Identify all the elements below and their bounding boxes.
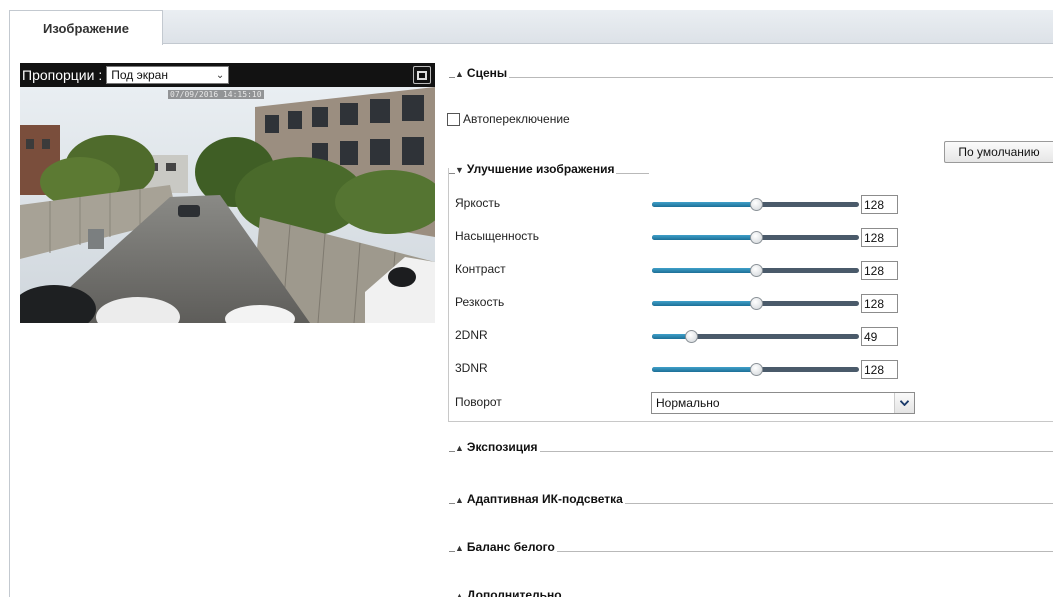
section-advanced[interactable]: ▲ Дополнительно	[449, 584, 1053, 597]
collapse-arrow-icon: ▲	[455, 443, 464, 453]
param-label: 2DNR	[455, 328, 488, 342]
slider-fill	[652, 235, 756, 240]
chevron-down-icon: ⌄	[215, 69, 225, 81]
video-timestamp: 07/09/2016 14:15:10	[168, 90, 264, 99]
param-row-3dnr: 3DNR 128	[455, 358, 925, 380]
default-button[interactable]: По умолчанию	[944, 141, 1053, 163]
expand-arrow-icon: ▼	[455, 165, 464, 175]
slider-fill	[652, 268, 756, 273]
section-rule	[616, 173, 649, 174]
section-enhancement-label: Улучшение изображения	[466, 162, 615, 176]
section-rule	[509, 77, 1053, 78]
collapse-arrow-icon: ▲	[455, 591, 464, 597]
section-adaptive-ir-title: ▲ Адаптивная ИК-подсветка	[449, 492, 623, 506]
3dnr-slider[interactable]	[652, 363, 859, 376]
auto-switch-row[interactable]: Автопереключение	[447, 112, 570, 126]
cropped-caption	[140, 0, 144, 10]
brightness-input[interactable]: 128	[861, 195, 898, 214]
section-exposure[interactable]: ▲ Экспозиция	[449, 436, 1053, 454]
chevron-down-icon	[900, 400, 909, 406]
auto-switch-checkbox[interactable]	[447, 112, 460, 126]
saturation-slider[interactable]	[652, 231, 859, 244]
contrast-input[interactable]: 128	[861, 261, 898, 280]
collapse-arrow-icon: ▲	[455, 543, 464, 553]
2dnr-input[interactable]: 49	[861, 327, 898, 346]
rotate-label: Поворот	[455, 395, 502, 409]
param-row-contrast: Контраст 128	[455, 259, 925, 281]
section-exposure-label: Экспозиция	[466, 440, 538, 454]
collapse-arrow-icon: ▲	[455, 69, 464, 79]
tab-image[interactable]: Изображение	[9, 10, 163, 45]
aspect-select[interactable]: Под экран ⌄	[106, 66, 230, 84]
rotate-select-value: Нормально	[656, 396, 720, 410]
param-row-rotate: Поворот Нормально	[455, 392, 925, 414]
param-label: Резкость	[455, 295, 505, 309]
fullscreen-icon	[417, 70, 427, 80]
preview-toolbar: Пропорции : Под экран ⌄	[20, 63, 435, 87]
section-white-balance-title: ▲ Баланс белого	[449, 540, 555, 554]
slider-thumb[interactable]	[750, 297, 763, 310]
brightness-slider[interactable]	[652, 198, 859, 211]
section-adaptive-ir-label: Адаптивная ИК-подсветка	[466, 492, 623, 506]
param-row-sharpness: Резкость 128	[455, 292, 925, 314]
section-dash	[449, 451, 455, 452]
section-scenes[interactable]: ▲ Сцены	[449, 62, 1053, 80]
section-advanced-title: ▲ Дополнительно	[449, 588, 562, 597]
section-dash	[449, 77, 455, 78]
param-label: Контраст	[455, 262, 506, 276]
section-white-balance-label: Баланс белого	[466, 540, 555, 554]
section-adaptive-ir[interactable]: ▲ Адаптивная ИК-подсветка	[449, 488, 1053, 506]
aspect-select-value: Под экран	[111, 68, 168, 82]
slider-fill	[652, 367, 756, 372]
section-white-balance[interactable]: ▲ Баланс белого	[449, 536, 1053, 554]
fullscreen-button[interactable]	[413, 66, 431, 84]
aspect-label: Пропорции :	[22, 67, 103, 83]
slider-fill	[652, 202, 756, 207]
camera-image: 07/09/2016 14:15:10	[20, 87, 435, 323]
slider-thumb[interactable]	[750, 198, 763, 211]
section-enhancement-title: ▼ Улучшение изображения	[449, 162, 614, 176]
collapse-arrow-icon: ▲	[455, 495, 464, 505]
section-rule	[624, 503, 1053, 504]
dropdown-button[interactable]	[894, 393, 914, 413]
slider-fill	[652, 301, 756, 306]
param-row-brightness: Яркость 128	[455, 193, 925, 215]
param-row-2dnr: 2DNR 49	[455, 325, 925, 347]
slider-thumb[interactable]	[750, 363, 763, 376]
section-rule	[539, 451, 1053, 452]
section-dash	[449, 173, 455, 174]
section-scenes-label: Сцены	[466, 66, 508, 80]
param-label: Насыщенность	[455, 229, 540, 243]
video-preview: Пропорции : Под экран ⌄ 07/09/2016 14:15…	[20, 63, 435, 323]
section-scenes-title: ▲ Сцены	[449, 66, 507, 80]
sharpness-slider[interactable]	[652, 297, 859, 310]
contrast-slider[interactable]	[652, 264, 859, 277]
saturation-input[interactable]: 128	[861, 228, 898, 247]
section-rule	[556, 551, 1053, 552]
section-dash	[449, 503, 455, 504]
auto-switch-label: Автопереключение	[463, 112, 570, 126]
rotate-select[interactable]: Нормально	[651, 392, 915, 414]
2dnr-slider[interactable]	[652, 330, 859, 343]
param-label: 3DNR	[455, 361, 488, 375]
3dnr-input[interactable]: 128	[861, 360, 898, 379]
section-enhancement[interactable]: ▼ Улучшение изображения	[449, 158, 649, 176]
tab-bar	[9, 10, 1053, 44]
section-advanced-label: Дополнительно	[466, 588, 562, 597]
sharpness-input[interactable]: 128	[861, 294, 898, 313]
slider-thumb[interactable]	[750, 231, 763, 244]
slider-thumb[interactable]	[685, 330, 698, 343]
slider-thumb[interactable]	[750, 264, 763, 277]
param-label: Яркость	[455, 196, 501, 210]
camera-scene	[20, 87, 435, 323]
section-exposure-title: ▲ Экспозиция	[449, 440, 538, 454]
section-dash	[449, 551, 455, 552]
param-row-saturation: Насыщенность 128	[455, 226, 925, 248]
